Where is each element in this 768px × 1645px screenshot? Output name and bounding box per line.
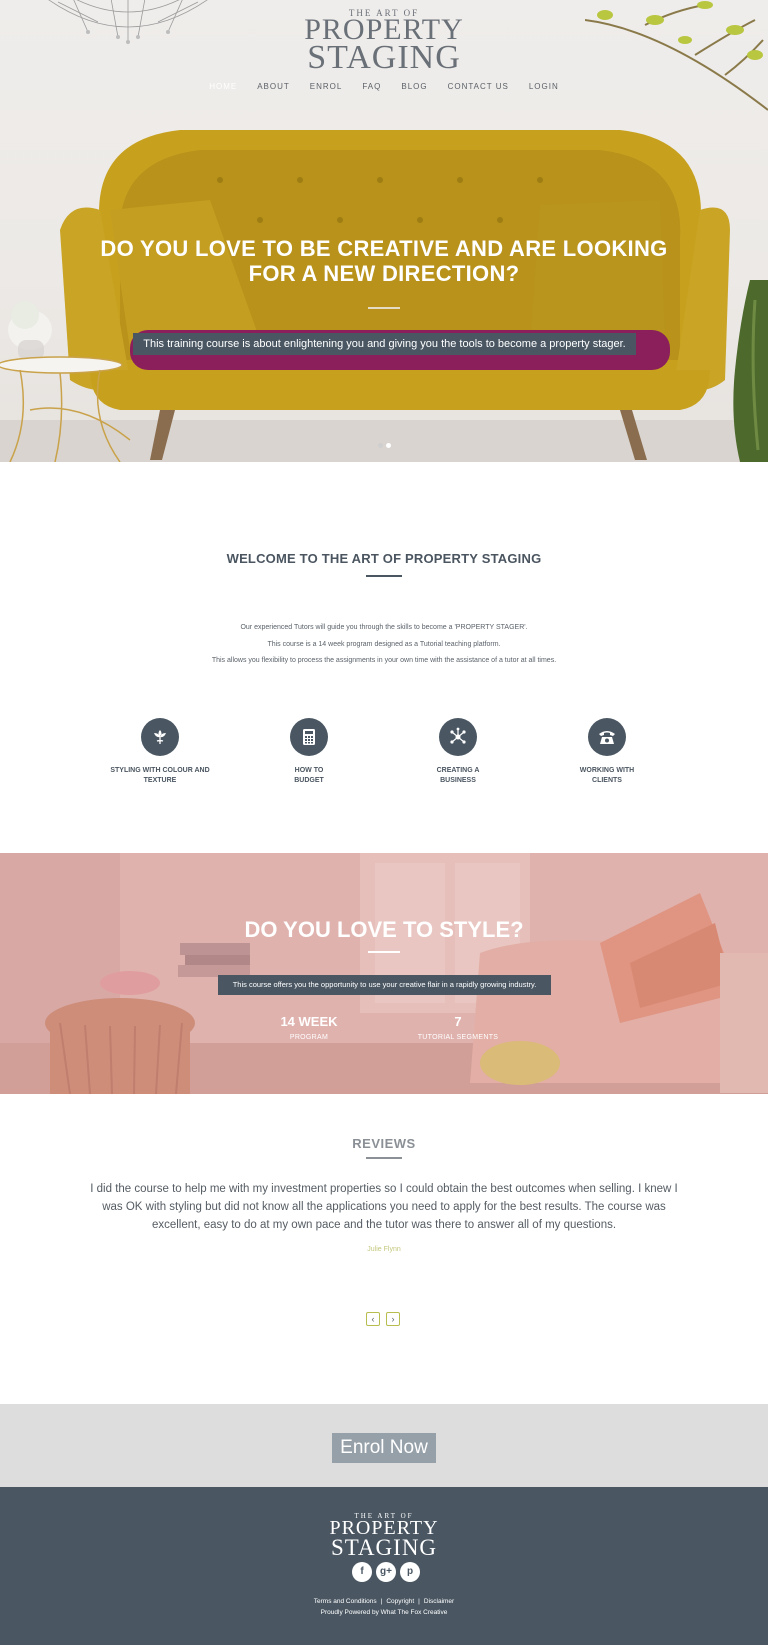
terms-link[interactable]: Terms and Conditions bbox=[314, 1598, 377, 1605]
review-text: I did the course to help me with my inve… bbox=[90, 1183, 678, 1231]
footer-logo[interactable]: THE ART OF PROPERTY STAGING bbox=[0, 1512, 768, 1559]
feature-label: WORKING WITH CLIENTS bbox=[527, 766, 687, 786]
nav-home[interactable]: HOME bbox=[199, 82, 247, 91]
feature-label-line1: WORKING WITH bbox=[579, 767, 635, 774]
powered-by-text: Proudly Powered by What The Fox Creative bbox=[320, 1609, 448, 1616]
feature-label-line1: STYLING WITH COLOUR AND bbox=[110, 767, 210, 774]
welcome-line-2: This course is a 14 week program designe… bbox=[267, 640, 501, 648]
hero-slider: THE ART OF PROPERTY STAGING HOME ABOUT E… bbox=[0, 0, 768, 462]
hero-divider bbox=[368, 307, 400, 309]
social-links: f g+ p bbox=[352, 1562, 420, 1582]
stat-number: 7 bbox=[454, 1014, 462, 1029]
feature-business[interactable]: CREATING A BUSINESS bbox=[378, 718, 538, 786]
enrol-now-button[interactable]: Enrol Now bbox=[332, 1433, 436, 1463]
main-navigation: HOME ABOUT ENROL FAQ BLOG CONTACT US LOG… bbox=[0, 82, 768, 91]
review-prev-button[interactable]: ‹ bbox=[366, 1312, 380, 1326]
feature-label: STYLING WITH COLOUR AND TEXTURE bbox=[80, 766, 240, 786]
nav-about[interactable]: ABOUT bbox=[247, 82, 300, 91]
band-title: DO YOU LOVE TO STYLE? bbox=[244, 917, 524, 942]
feature-clients[interactable]: WORKING WITH CLIENTS bbox=[527, 718, 687, 786]
review-author: Julie Flynn bbox=[367, 1246, 401, 1253]
feature-budget[interactable]: HOW TO BUDGET bbox=[229, 718, 389, 786]
copyright-link[interactable]: Copyright bbox=[386, 1598, 414, 1605]
band-banner: This course offers you the opportunity t… bbox=[218, 975, 551, 995]
google-plus-icon[interactable]: g+ bbox=[376, 1562, 396, 1582]
feature-circle bbox=[588, 718, 626, 756]
feature-styling[interactable]: STYLING WITH COLOUR AND TEXTURE bbox=[80, 718, 240, 786]
calculator-icon bbox=[303, 729, 315, 745]
feature-label-line1: CREATING A bbox=[436, 767, 480, 774]
feature-label-line2: CLIENTS bbox=[592, 777, 622, 784]
slider-dot-1[interactable] bbox=[378, 443, 383, 448]
feature-label-line2: BUDGET bbox=[294, 777, 324, 784]
flower-icon bbox=[154, 730, 166, 744]
stat-number: 14 WEEK bbox=[280, 1014, 338, 1029]
feature-label: CREATING A BUSINESS bbox=[378, 766, 538, 786]
site-logo[interactable]: THE ART OF PROPERTY STAGING bbox=[0, 8, 768, 76]
style-band bbox=[0, 853, 768, 1094]
feature-label-line2: TEXTURE bbox=[143, 777, 177, 784]
side-table-image bbox=[0, 301, 131, 462]
yellow-sofa-image bbox=[60, 130, 730, 460]
footer-links: Terms and Conditions | Copyright | Disclaime… bbox=[0, 1598, 768, 1605]
welcome-divider bbox=[366, 575, 402, 577]
slider-dot-2[interactable] bbox=[386, 443, 391, 448]
facebook-icon[interactable]: f bbox=[352, 1562, 372, 1582]
feature-circle bbox=[439, 718, 477, 756]
stat-caption: TUTORIAL SEGMENTS bbox=[417, 1034, 499, 1041]
stat-caption: PROGRAM bbox=[289, 1034, 329, 1041]
welcome-text: Our experienced Tutors will guide you th… bbox=[0, 620, 768, 670]
feature-label-line1: HOW TO bbox=[294, 767, 324, 774]
feature-label: HOW TO BUDGET bbox=[229, 766, 389, 786]
green-vase-image bbox=[733, 280, 768, 462]
nav-blog[interactable]: BLOG bbox=[391, 82, 437, 91]
disclaimer-link[interactable]: Disclaimer bbox=[424, 1598, 454, 1605]
stat-segments: 7 TUTORIAL SEGMENTS bbox=[378, 1014, 538, 1041]
feature-label-line2: BUSINESS bbox=[440, 777, 476, 784]
telephone-icon bbox=[599, 731, 615, 744]
link-separator: | bbox=[418, 1598, 420, 1605]
hero-title: DO YOU LOVE TO BE CREATIVE AND ARE LOOKI… bbox=[100, 236, 668, 286]
footer-logo-line-2: STAGING bbox=[330, 1535, 438, 1560]
nav-contact-us[interactable]: CONTACT US bbox=[438, 82, 519, 91]
review-next-button[interactable]: › bbox=[386, 1312, 400, 1326]
network-icon bbox=[450, 727, 466, 744]
reviews-divider bbox=[366, 1157, 402, 1159]
nav-enrol[interactable]: ENROL bbox=[300, 82, 353, 91]
slider-dots bbox=[378, 443, 391, 448]
hero-banner: This training course is about enlighteni… bbox=[133, 333, 636, 355]
welcome-line-1: Our experienced Tutors will guide you th… bbox=[240, 624, 528, 631]
nav-login[interactable]: LOGIN bbox=[519, 82, 569, 91]
welcome-title: WELCOME TO THE ART OF PROPERTY STAGING bbox=[226, 551, 542, 566]
reviews-title: REVIEWS bbox=[352, 1136, 416, 1151]
stat-program: 14 WEEK PROGRAM bbox=[229, 1014, 389, 1041]
link-separator: | bbox=[380, 1598, 383, 1605]
nav-faq[interactable]: FAQ bbox=[352, 82, 391, 91]
band-divider bbox=[368, 951, 400, 953]
welcome-line-3: This allows you flexibility to process t… bbox=[211, 657, 557, 664]
review-navigation: ‹ › bbox=[366, 1312, 400, 1326]
band-overlay bbox=[0, 853, 768, 1094]
feature-circle bbox=[141, 718, 179, 756]
feature-circle bbox=[290, 718, 328, 756]
pinterest-icon[interactable]: p bbox=[400, 1562, 420, 1582]
logo-line-2: STAGING bbox=[307, 39, 461, 76]
